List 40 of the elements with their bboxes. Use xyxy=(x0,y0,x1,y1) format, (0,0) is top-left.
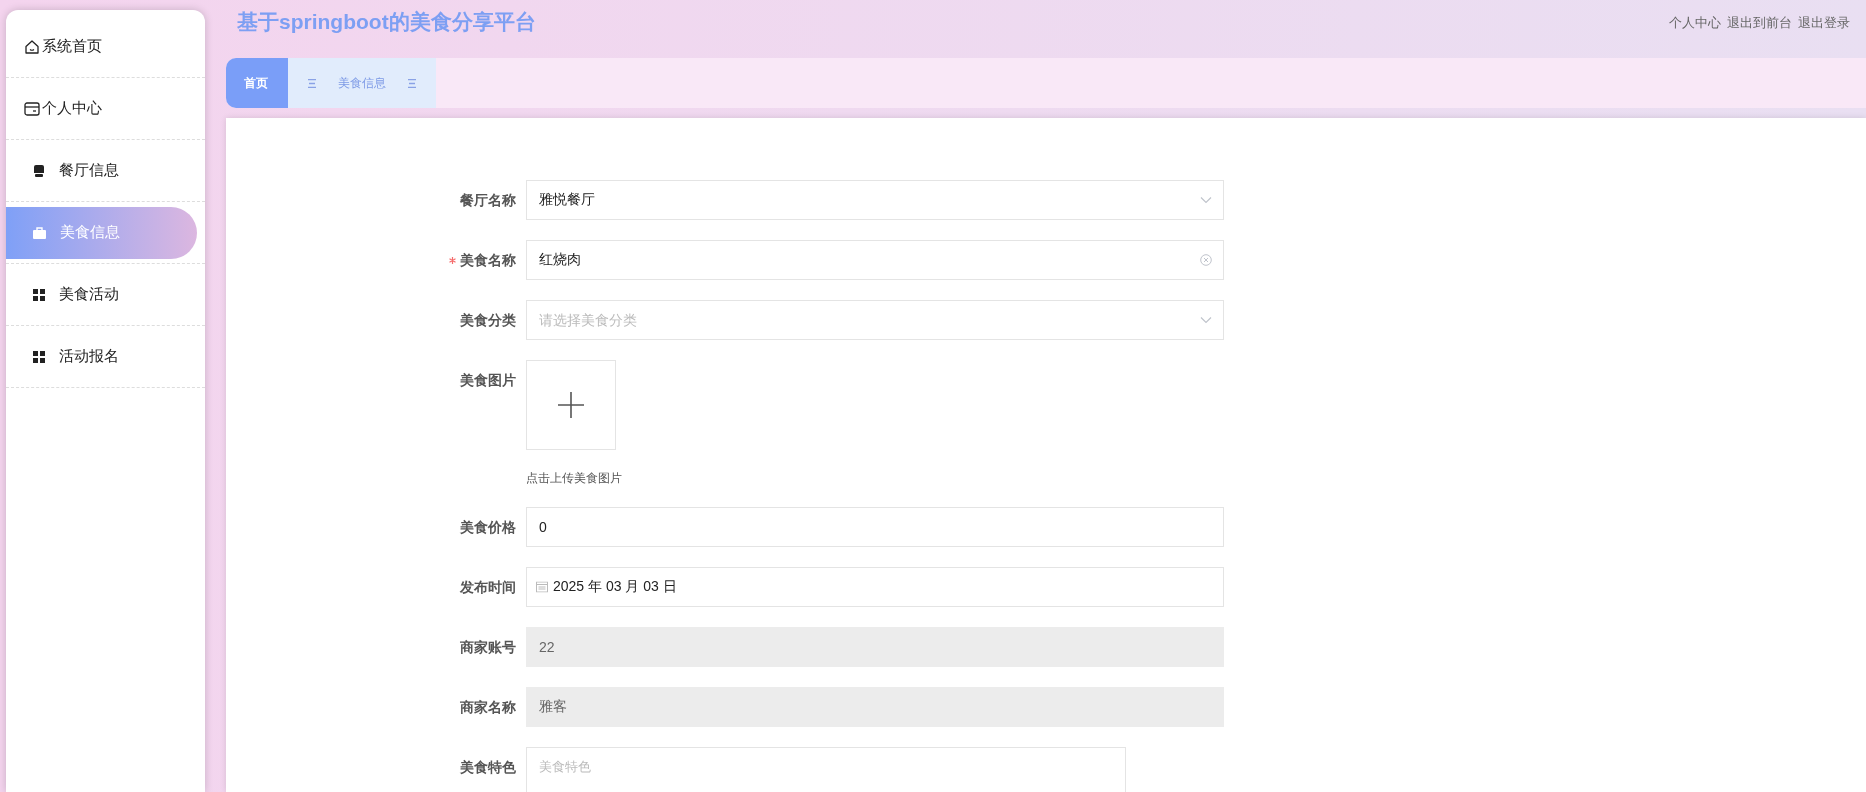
field-label: 美食特色 xyxy=(460,758,516,777)
house-icon xyxy=(24,38,40,55)
field-label: 美食分类 xyxy=(460,311,516,330)
textarea-field[interactable]: 美食特色 xyxy=(526,747,1126,792)
sidebar-item[interactable]: 系统首页 xyxy=(6,20,197,73)
clear-icon xyxy=(1200,254,1212,266)
input-field[interactable]: 红烧肉 xyxy=(526,240,1224,280)
select-field[interactable]: 雅悦餐厅 xyxy=(526,180,1224,220)
header-link[interactable]: 退出登录 xyxy=(1798,14,1850,32)
upload-button[interactable] xyxy=(526,360,616,450)
sidebar-item[interactable]: 活动报名 xyxy=(6,330,197,383)
header-link[interactable]: 个人中心 xyxy=(1669,14,1721,32)
field-label: 商家账号 xyxy=(460,638,516,657)
card-icon xyxy=(24,101,40,116)
sidebar-item[interactable]: 餐厅信息 xyxy=(6,144,197,197)
header-link[interactable]: 退出到前台 xyxy=(1727,14,1792,32)
chevron-down-icon xyxy=(1200,196,1212,204)
field-label: 发布时间 xyxy=(460,578,516,597)
field-label: 餐厅名称 xyxy=(460,191,516,210)
plus-icon xyxy=(557,391,585,419)
tray-icon xyxy=(33,164,45,177)
field-label: 美食图片 xyxy=(460,371,516,390)
briefcase-icon xyxy=(33,226,46,239)
sidebar-item[interactable]: 个人中心 xyxy=(6,82,197,135)
date-field[interactable]: 2025 年 03 月 03 日 xyxy=(526,567,1224,607)
select-field[interactable]: 请选择美食分类 xyxy=(526,300,1224,340)
upload-hint: 点击上传美食图片 xyxy=(526,470,623,487)
grid-icon xyxy=(33,288,45,301)
grid-icon xyxy=(33,350,45,363)
field-label: 商家名称 xyxy=(460,698,516,717)
menu-icon xyxy=(308,78,316,88)
field-label: 美食价格 xyxy=(460,518,516,537)
required-asterisk-icon xyxy=(449,256,456,264)
menu-icon xyxy=(408,78,416,88)
input-field[interactable]: 0 xyxy=(526,507,1224,547)
field-label: 美食名称 xyxy=(460,251,516,270)
calendar-icon xyxy=(536,581,548,593)
chevron-down-icon xyxy=(1200,316,1212,324)
sidebar-item[interactable]: 美食活动 xyxy=(6,268,197,321)
site-title: 基于springboot的美食分享平台 xyxy=(237,9,536,35)
